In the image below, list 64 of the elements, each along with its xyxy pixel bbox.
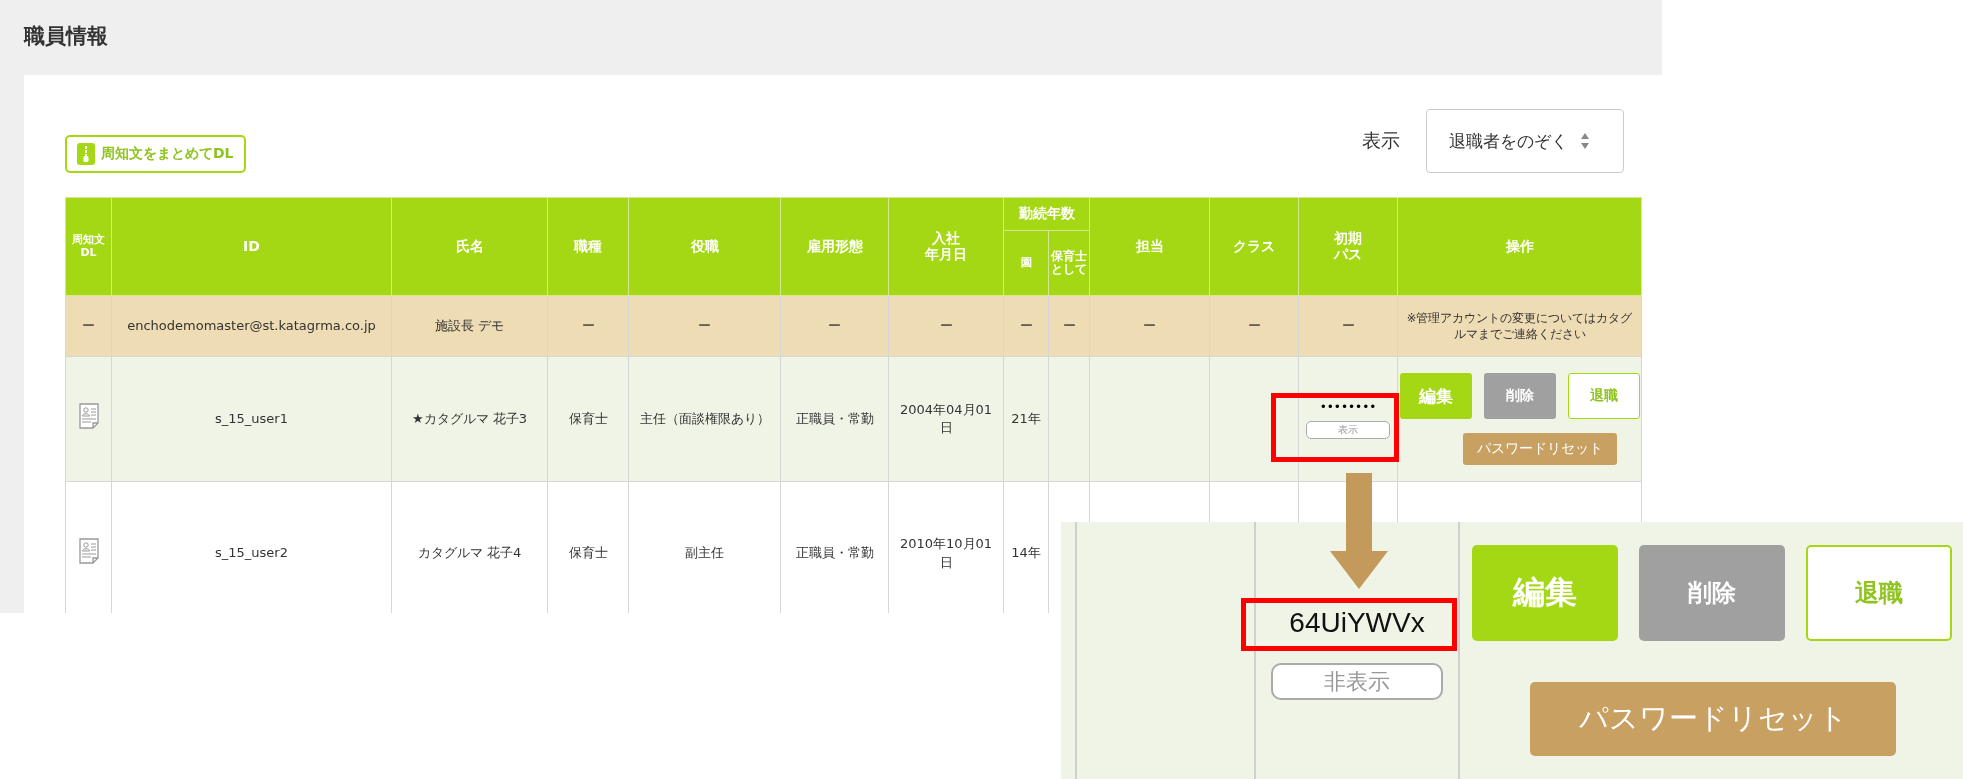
column-header: パス (1332, 246, 1363, 262)
document-icon[interactable] (78, 403, 99, 430)
table-cell: 施設長 デモ (391, 295, 548, 357)
table-cell: 2004年04月01日 (888, 356, 1004, 482)
table-cell: enchodemomaster@st.katagrma.co.jp (111, 295, 392, 357)
table-cell: ー (65, 295, 112, 357)
password-reset-button[interactable]: パスワードリセット (1530, 682, 1896, 756)
zip-icon (77, 143, 95, 165)
table-cell: 正職員・常勤 (780, 356, 889, 482)
table-cell: 2010年10月01日 (888, 481, 1004, 613)
table-cell: s_15_user1 (111, 356, 392, 482)
column-header: 氏名 (454, 238, 485, 255)
edit-button[interactable]: 編集 (1399, 373, 1472, 419)
edit-button[interactable]: 編集 (1472, 545, 1618, 641)
table-cell: ー (1089, 295, 1210, 357)
table-cell: ★カタグルマ 花子3 (391, 356, 548, 482)
column-header: 入社 (932, 231, 961, 247)
column-header: 雇用形態 (805, 238, 864, 255)
stepper-icon (1580, 132, 1590, 150)
table-cell: 保育士 (547, 481, 629, 613)
filter-select[interactable]: 退職者をのぞく (1426, 109, 1624, 173)
table-cell: 正職員・常勤 (780, 481, 889, 613)
page-title: 職員情報 (22, 23, 109, 50)
retire-button[interactable]: 退職 (1567, 373, 1640, 419)
password-reset-button[interactable]: パスワードリセット (1462, 433, 1617, 465)
table-cell: ー (1048, 295, 1090, 357)
column-header: ID (242, 238, 261, 255)
column-header: 初期 (1333, 231, 1363, 247)
delete-button[interactable]: 削除 (1639, 545, 1785, 641)
column-header: 担当 (1134, 238, 1165, 255)
revealed-password: 64UiYWVx (1289, 607, 1425, 639)
show-button[interactable]: 表示 (1306, 421, 1390, 440)
table-cell: s_15_user2 (111, 481, 392, 613)
delete-button[interactable]: 削除 (1483, 373, 1556, 419)
document-icon[interactable] (78, 537, 99, 564)
table-cell: ※管理アカウントの変更についてはカタグルマまでご連絡ください (1397, 295, 1642, 357)
column-header: 保育士として (1050, 250, 1088, 276)
column-header: 周知文 (71, 234, 106, 247)
bulk-download-button[interactable]: 周知文をまとめてDL (65, 135, 246, 173)
table-cell: 保育士 (547, 356, 629, 482)
column-header: 園 (1019, 256, 1033, 270)
column-header: 操作 (1504, 238, 1535, 255)
table-cell: ー (888, 295, 1004, 357)
table-cell: 21年 (1003, 356, 1049, 482)
table-cell: ー (1003, 295, 1049, 357)
table-cell: ー (547, 295, 629, 357)
table-cell: 副主任 (628, 481, 781, 613)
filter-label: 表示 (1362, 128, 1400, 153)
table-cell: ー (1298, 295, 1398, 357)
table-cell: 14年 (1003, 481, 1049, 613)
column-header: DL (79, 246, 98, 259)
table-cell: カタグルマ 花子4 (391, 481, 548, 613)
table-cell: ー (1209, 295, 1299, 357)
column-header: 役職 (689, 238, 720, 255)
hide-button[interactable]: 非表示 (1271, 663, 1443, 700)
retire-button[interactable]: 退職 (1806, 545, 1952, 641)
column-header: クラス (1232, 238, 1276, 255)
table-cell: 主任（面談権限あり） (628, 356, 781, 482)
column-header: 年月日 (924, 246, 968, 262)
table-cell: ー (780, 295, 889, 357)
column-header: 勤続年数 (1017, 206, 1076, 222)
column-header: 職種 (572, 238, 603, 255)
table-cell: ー (628, 295, 781, 357)
masked-password: •••••••• (1319, 398, 1377, 416)
